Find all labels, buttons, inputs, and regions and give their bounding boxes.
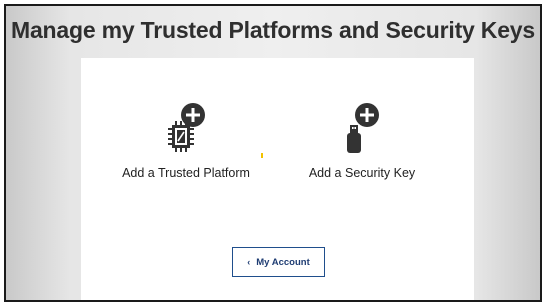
add-security-key-label: Add a Security Key [308, 166, 416, 180]
cursor-mark [261, 153, 263, 158]
add-trusted-platform-label: Add a Trusted Platform [122, 166, 250, 180]
add-security-key-option[interactable]: Add a Security Key [277, 98, 447, 180]
chip-plus-icon [168, 103, 205, 152]
add-trusted-platform-option[interactable]: Add a Trusted Platform [101, 98, 271, 180]
my-account-label: My Account [256, 256, 310, 268]
slide-frame: Manage my Trusted Platforms and Security… [4, 4, 542, 302]
page-title: Manage my Trusted Platforms and Security… [10, 17, 535, 43]
options-card: Add a Trusted Platform Add a Security Ke… [81, 58, 474, 300]
usb-key-plus-icon [347, 103, 379, 153]
my-account-button[interactable]: ‹ My Account [232, 247, 325, 277]
chevron-left-icon: ‹ [247, 257, 251, 267]
